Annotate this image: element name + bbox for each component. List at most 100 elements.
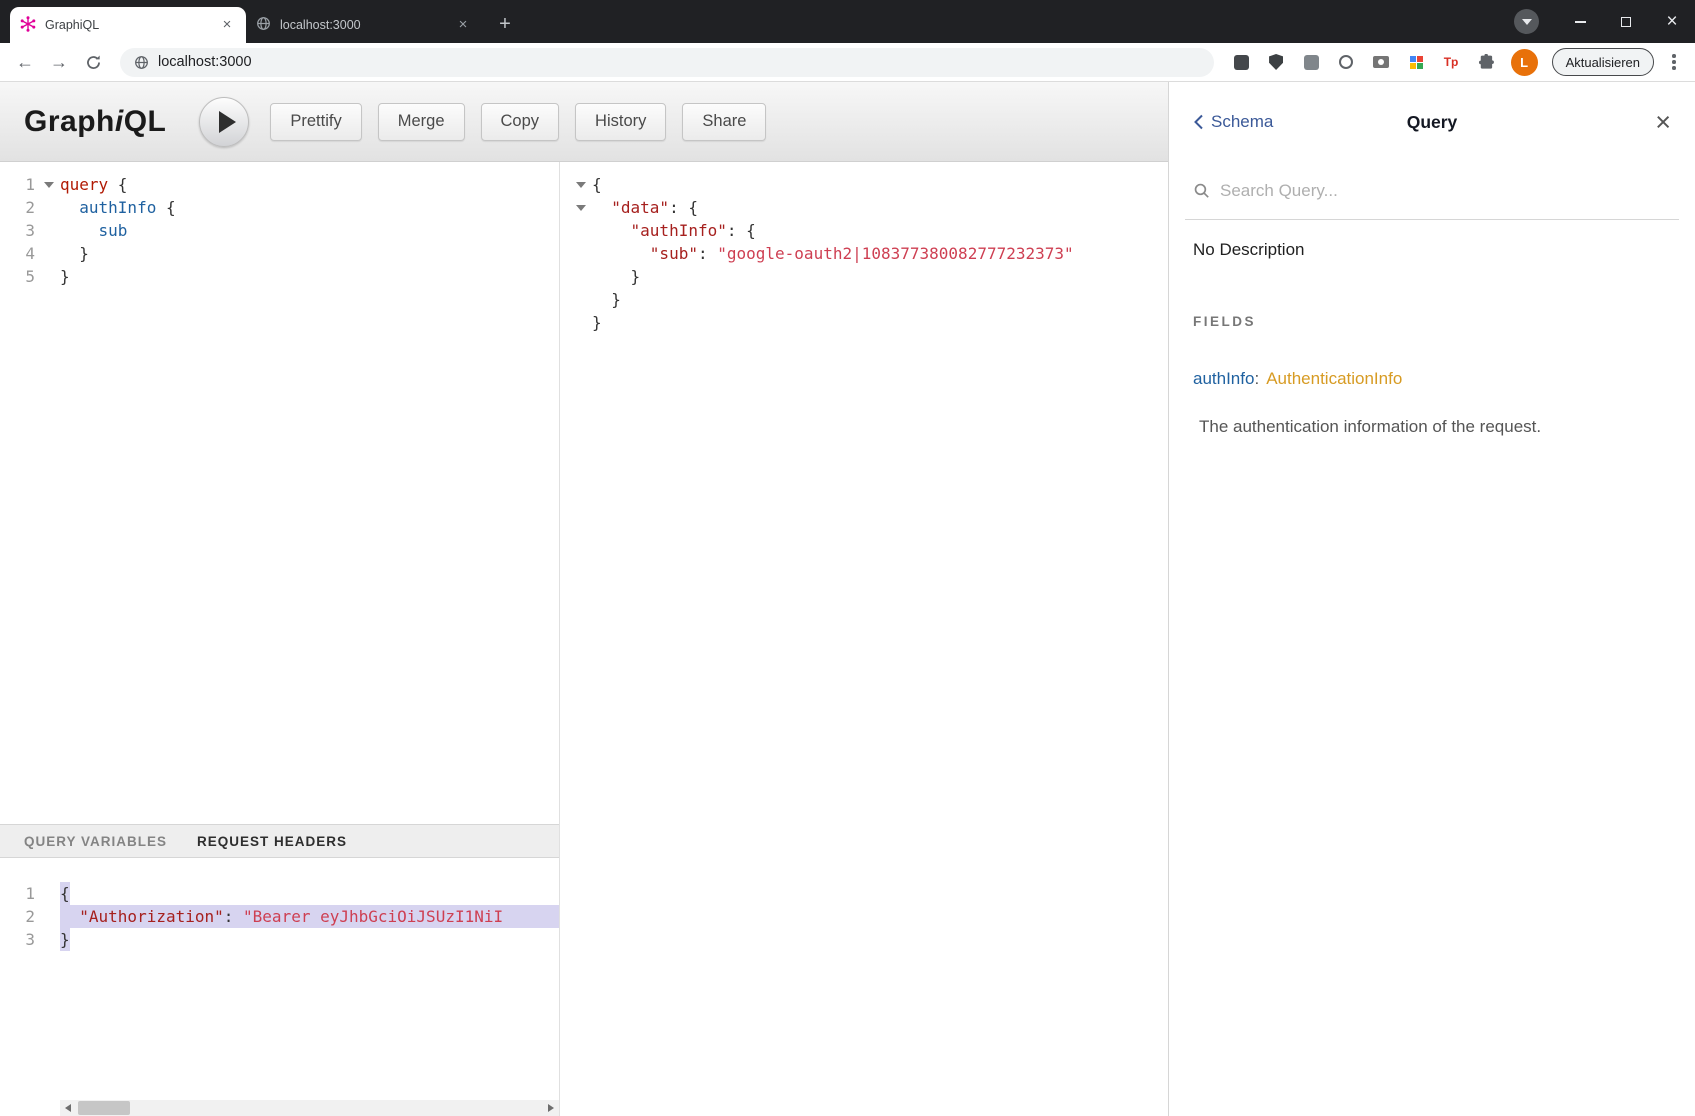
puzzle-icon — [1478, 54, 1495, 71]
query-editor[interactable]: 1 query {2 authInfo {3 sub4 }5} — [0, 162, 559, 824]
fold-gutter — [570, 219, 592, 242]
doc-close-icon[interactable]: × — [1655, 109, 1671, 136]
tab-strip: GraphiQL × localhost:3000 × + × — [0, 0, 1695, 43]
arrow-down-icon — [1522, 19, 1532, 25]
extension-icon-3[interactable] — [1334, 50, 1359, 75]
browser-update-indicator-icon[interactable] — [1514, 9, 1539, 34]
tab-graphiql[interactable]: GraphiQL × — [10, 7, 246, 43]
secondary-editor-tabs: QUERY VARIABLES REQUEST HEADERS — [0, 824, 559, 858]
execute-query-button[interactable] — [199, 97, 249, 147]
extension-glyph — [1304, 55, 1319, 70]
tab-query-variables[interactable]: QUERY VARIABLES — [24, 834, 167, 849]
graphiql-topbar: GraphiQL Prettify Merge Copy History Sha… — [0, 82, 1168, 162]
tab-title: localhost:3000 — [280, 18, 445, 32]
response-viewer[interactable]: { "data": { "authInfo": { "sub": "google… — [560, 162, 1168, 1116]
doc-back-link[interactable]: Schema — [1193, 112, 1273, 132]
code-text: "data": { — [592, 196, 698, 219]
code-line: 1 query { — [0, 173, 559, 196]
site-info-globe-icon[interactable] — [134, 55, 149, 70]
scroll-left-icon[interactable] — [60, 1100, 76, 1116]
code-line: } — [570, 265, 1168, 288]
apps-grid-icon — [1410, 56, 1423, 69]
code-text: "Authorization": "Bearer eyJhbGciOiJSUzI… — [60, 905, 559, 928]
code-line: 1{ — [0, 882, 559, 905]
fold-gutter — [570, 288, 592, 311]
doc-search-input[interactable] — [1220, 181, 1671, 201]
search-icon — [1193, 182, 1210, 199]
code-text: query { — [60, 173, 127, 196]
tp-label: Tp — [1444, 55, 1459, 69]
browser-window: GraphiQL × localhost:3000 × + × ← → — [0, 0, 1695, 1116]
camera-extension-icon[interactable] — [1369, 50, 1394, 75]
merge-button[interactable]: Merge — [378, 103, 465, 141]
circle-icon — [1339, 55, 1353, 69]
chevron-left-icon — [1193, 114, 1204, 130]
request-headers-pane: 1{2 "Authorization": "Bearer eyJhbGciOiJ… — [0, 858, 559, 1116]
code-line: 5} — [0, 265, 559, 288]
code-line: "data": { — [570, 196, 1168, 219]
tp-extension-icon[interactable]: Tp — [1439, 50, 1464, 75]
editor-panes: 1query {2 authInfo {3 sub4 }5} QUERY VAR… — [0, 162, 1168, 1116]
maximize-button[interactable] — [1603, 0, 1649, 43]
code-line: 4 } — [0, 242, 559, 265]
profile-avatar[interactable]: L — [1511, 49, 1538, 76]
apps-extension-icon[interactable] — [1404, 50, 1429, 75]
tab-close-icon[interactable]: × — [454, 16, 472, 34]
line-number: 2 — [0, 905, 38, 928]
code-text: sub — [60, 219, 127, 242]
shield-extension-icon[interactable] — [1264, 50, 1289, 75]
field-name-link[interactable]: authInfo — [1193, 369, 1254, 388]
address-bar[interactable]: localhost:3000 — [120, 48, 1214, 77]
extension-icon-1[interactable] — [1229, 50, 1254, 75]
code-text: { — [60, 882, 70, 905]
minimize-button[interactable] — [1557, 0, 1603, 43]
code-line: { — [570, 173, 1168, 196]
fold-arrow-icon[interactable] — [38, 173, 60, 196]
extensions-puzzle-button[interactable] — [1474, 50, 1499, 75]
share-button[interactable]: Share — [682, 103, 766, 141]
scroll-right-icon[interactable] — [543, 1100, 559, 1116]
type-description: No Description — [1193, 240, 1671, 260]
history-button[interactable]: History — [575, 103, 666, 141]
back-button[interactable]: ← — [10, 47, 40, 77]
fold-gutter — [38, 196, 60, 219]
browser-toolbar: ← → localhost:3000 Tp L Aktualisieren — [0, 43, 1695, 82]
code-text: } — [60, 265, 70, 288]
line-number: 3 — [0, 219, 38, 242]
line-number: 2 — [0, 196, 38, 219]
request-headers-editor[interactable]: 1{2 "Authorization": "Bearer eyJhbGciOiJ… — [0, 858, 559, 951]
tab-title: GraphiQL — [45, 18, 209, 32]
browser-menu-button[interactable] — [1663, 54, 1685, 70]
close-window-button[interactable]: × — [1649, 0, 1695, 43]
editor-column: 1query {2 authInfo {3 sub4 }5} QUERY VAR… — [0, 162, 560, 1116]
graphiql-app: GraphiQL Prettify Merge Copy History Sha… — [0, 82, 1695, 1116]
tab-close-icon[interactable]: × — [218, 16, 236, 34]
fold-gutter — [570, 311, 592, 334]
fold-gutter — [570, 265, 592, 288]
forward-button[interactable]: → — [44, 47, 74, 77]
code-text: "authInfo": { — [592, 219, 756, 242]
maximize-icon — [1621, 17, 1631, 27]
extension-icon-2[interactable] — [1299, 50, 1324, 75]
field-type-link[interactable]: AuthenticationInfo — [1266, 369, 1402, 388]
tab-request-headers[interactable]: REQUEST HEADERS — [197, 834, 347, 849]
copy-button[interactable]: Copy — [481, 103, 560, 141]
play-icon — [219, 111, 236, 133]
scrollbar-thumb[interactable] — [78, 1101, 130, 1115]
reload-button[interactable] — [78, 47, 108, 77]
tab-localhost[interactable]: localhost:3000 × — [246, 7, 482, 43]
update-button[interactable]: Aktualisieren — [1552, 48, 1654, 76]
line-number: 3 — [0, 928, 38, 951]
prettify-button[interactable]: Prettify — [270, 103, 361, 141]
code-line: "authInfo": { — [570, 219, 1168, 242]
horizontal-scrollbar[interactable] — [60, 1100, 559, 1116]
line-number: 1 — [0, 173, 38, 196]
code-text: } — [60, 928, 70, 951]
fold-arrow-icon[interactable] — [570, 173, 592, 196]
code-text: } — [592, 311, 602, 334]
code-line: 2 authInfo { — [0, 196, 559, 219]
fold-arrow-icon[interactable] — [570, 196, 592, 219]
camera-icon — [1373, 56, 1389, 68]
code-line: 3} — [0, 928, 559, 951]
new-tab-button[interactable]: + — [490, 9, 520, 39]
